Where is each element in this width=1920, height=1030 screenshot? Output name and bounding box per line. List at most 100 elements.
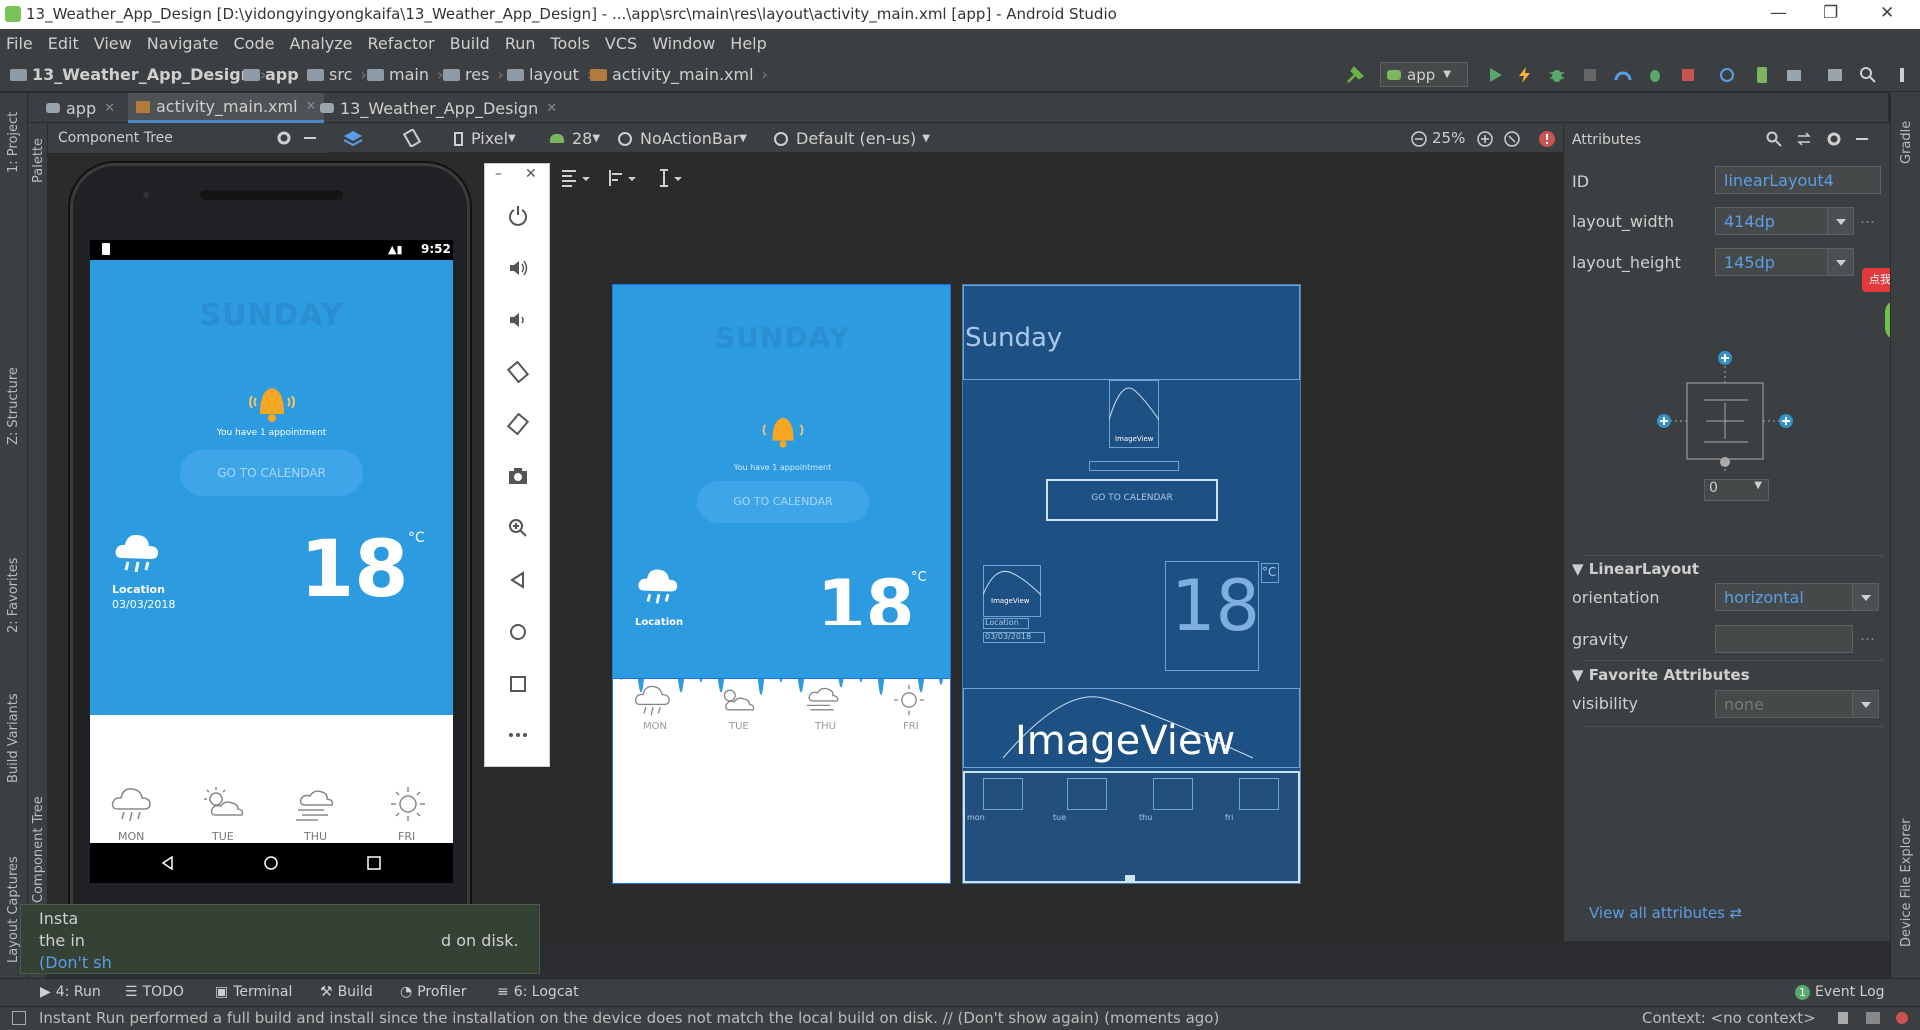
close-tab-icon[interactable]: ✕	[104, 101, 115, 116]
gear-icon[interactable]	[1826, 131, 1842, 147]
orientation-icon[interactable]	[403, 129, 423, 147]
power-icon[interactable]	[507, 204, 529, 226]
dont-show-again-link[interactable]: (Don't sh	[39, 953, 112, 972]
palette-tab[interactable]: Palette	[31, 138, 46, 183]
locale-select[interactable]: Default (en-us) ▼	[774, 129, 930, 148]
build-hammer-icon[interactable]	[1345, 65, 1365, 85]
margin-select[interactable]: 0 ▼	[1704, 479, 1769, 501]
menu-run[interactable]: Run	[505, 34, 536, 53]
emulator-minimize-icon[interactable]: –	[495, 166, 502, 182]
search-icon[interactable]	[1766, 131, 1782, 147]
back-icon[interactable]	[507, 569, 529, 591]
breadcrumb-project[interactable]: 13_Weather_App_Design ›	[10, 65, 266, 84]
device-file-explorer-tab[interactable]: Device File Explorer	[1899, 818, 1914, 947]
profile-icon[interactable]	[1613, 65, 1633, 85]
minimize-panel-icon[interactable]	[302, 130, 318, 146]
tab-project[interactable]: 13_Weather_App_Design ✕	[312, 93, 565, 123]
rotate-left-icon[interactable]	[507, 361, 529, 383]
menu-tools[interactable]: Tools	[551, 34, 590, 53]
orientation-input[interactable]: horizontal	[1715, 583, 1853, 611]
apply-changes-icon[interactable]	[1515, 65, 1535, 85]
build-variants-tool-tab[interactable]: Build Variants	[6, 693, 21, 783]
minimize-button[interactable]: —	[1770, 3, 1787, 23]
menu-code[interactable]: Code	[234, 34, 275, 53]
pack-icon[interactable]	[560, 168, 590, 188]
more-dots-icon[interactable]: …	[1860, 626, 1875, 644]
minimize-panel-icon[interactable]	[1854, 131, 1870, 147]
visibility-input[interactable]: none	[1715, 690, 1853, 718]
debug-attach-icon[interactable]	[1645, 65, 1665, 85]
favorite-attributes-section[interactable]: ▼ Favorite Attributes	[1572, 666, 1750, 684]
gravity-input[interactable]	[1715, 625, 1853, 653]
recents-icon[interactable]	[366, 855, 382, 871]
volume-down-icon[interactable]	[507, 309, 529, 331]
todo-tool-button[interactable]: ☰ TODO	[125, 984, 184, 1000]
gear-icon[interactable]	[276, 130, 292, 146]
close-tab-icon[interactable]: ✕	[546, 101, 557, 116]
rotate-right-icon[interactable]	[507, 413, 529, 435]
run-icon[interactable]	[1485, 65, 1505, 85]
emulator-close-icon[interactable]: ✕	[525, 166, 537, 182]
api-select[interactable]: 28 ▼	[550, 129, 600, 148]
debug-icon[interactable]	[1547, 65, 1567, 85]
memory-indicator-icon[interactable]	[1866, 1012, 1880, 1024]
zoom-fit-icon[interactable]	[1503, 130, 1521, 148]
notifications-icon[interactable]	[1896, 1012, 1908, 1024]
linearlayout-section[interactable]: ▼ LinearLayout	[1572, 560, 1699, 578]
more-icon[interactable]	[507, 724, 529, 746]
swap-icon[interactable]	[1796, 131, 1812, 147]
orientation-dropdown[interactable]	[1852, 583, 1879, 611]
structure-tool-tab[interactable]: Z: Structure	[6, 367, 21, 445]
theme-select[interactable]: NoActionBar ▼	[618, 129, 747, 148]
close-button[interactable]: ✕	[1880, 3, 1894, 23]
breadcrumb-file[interactable]: activity_main.xml ›	[590, 65, 768, 84]
attach-debugger-icon[interactable]	[1580, 65, 1600, 85]
breadcrumb-src[interactable]: src ›	[307, 65, 367, 84]
volume-up-icon[interactable]	[507, 257, 529, 279]
layout-width-dropdown[interactable]	[1827, 207, 1854, 235]
zoom-in-icon[interactable]	[1476, 130, 1494, 148]
menu-view[interactable]: View	[94, 34, 132, 53]
device-select[interactable]: Pixel ▼	[454, 129, 516, 148]
hide-toolbar-icon[interactable]	[1892, 65, 1912, 85]
instant-run-notification[interactable]: Insta the in d on disk. (Don't sh	[20, 904, 540, 974]
blueprint-view[interactable]: Sunday ImageView GO TO CALENDAR ImageVie…	[962, 284, 1301, 884]
run-tool-button[interactable]: ▶ 4: Run	[40, 984, 101, 1000]
menu-help[interactable]: Help	[730, 34, 766, 53]
favorites-tool-tab[interactable]: 2: Favorites	[6, 557, 21, 633]
menu-file[interactable]: File	[6, 34, 33, 53]
layout-captures-tool-tab[interactable]: Layout Captures	[6, 856, 21, 963]
terminal-tool-button[interactable]: ▣ Terminal	[215, 984, 292, 1000]
sync-gradle-icon[interactable]	[1717, 65, 1737, 85]
menu-navigate[interactable]: Navigate	[147, 34, 219, 53]
toggle-tool-windows-icon[interactable]	[12, 1011, 26, 1025]
menu-vcs[interactable]: VCS	[605, 34, 637, 53]
run-config-select[interactable]: app ▼	[1380, 62, 1468, 87]
id-input[interactable]: linearLayout4	[1715, 166, 1881, 194]
event-log-button[interactable]: 1 Event Log	[1795, 984, 1885, 1000]
breadcrumb-main[interactable]: main ›	[367, 65, 443, 84]
tab-app[interactable]: app ✕	[38, 93, 123, 123]
menu-window[interactable]: Window	[652, 34, 715, 53]
status-message[interactable]: Instant Run performed a full build and i…	[39, 1009, 1219, 1027]
design-preview[interactable]: SUNDAY You have 1 appointment GO TO CALE…	[612, 284, 951, 884]
overview-icon[interactable]	[507, 673, 529, 695]
camera-icon[interactable]	[507, 465, 529, 487]
build-tool-button[interactable]: ⚒ Build	[320, 984, 373, 1000]
menu-refactor[interactable]: Refactor	[368, 34, 435, 53]
stop-icon[interactable]	[1678, 65, 1698, 85]
visibility-dropdown[interactable]	[1852, 690, 1879, 718]
breadcrumb-layout[interactable]: layout›	[507, 65, 593, 84]
zoom-out-icon[interactable]	[1410, 130, 1428, 148]
menu-build[interactable]: Build	[450, 34, 490, 53]
logcat-tool-button[interactable]: ≡ 6: Logcat	[497, 984, 579, 1000]
breadcrumb-app[interactable]: app›	[243, 65, 313, 84]
project-structure-icon[interactable]	[1825, 65, 1845, 85]
avd-manager-icon[interactable]	[1752, 65, 1772, 85]
constraint-widget[interactable]	[1644, 348, 1804, 498]
zoom-icon[interactable]	[507, 517, 529, 539]
lock-icon[interactable]	[1838, 1012, 1848, 1024]
restore-button[interactable]: ❐	[1823, 3, 1838, 23]
home-icon[interactable]	[507, 621, 529, 643]
emulator-screen[interactable]: ▲▮ 9:52 SUNDAY You have 1 appointment GO…	[90, 240, 453, 883]
